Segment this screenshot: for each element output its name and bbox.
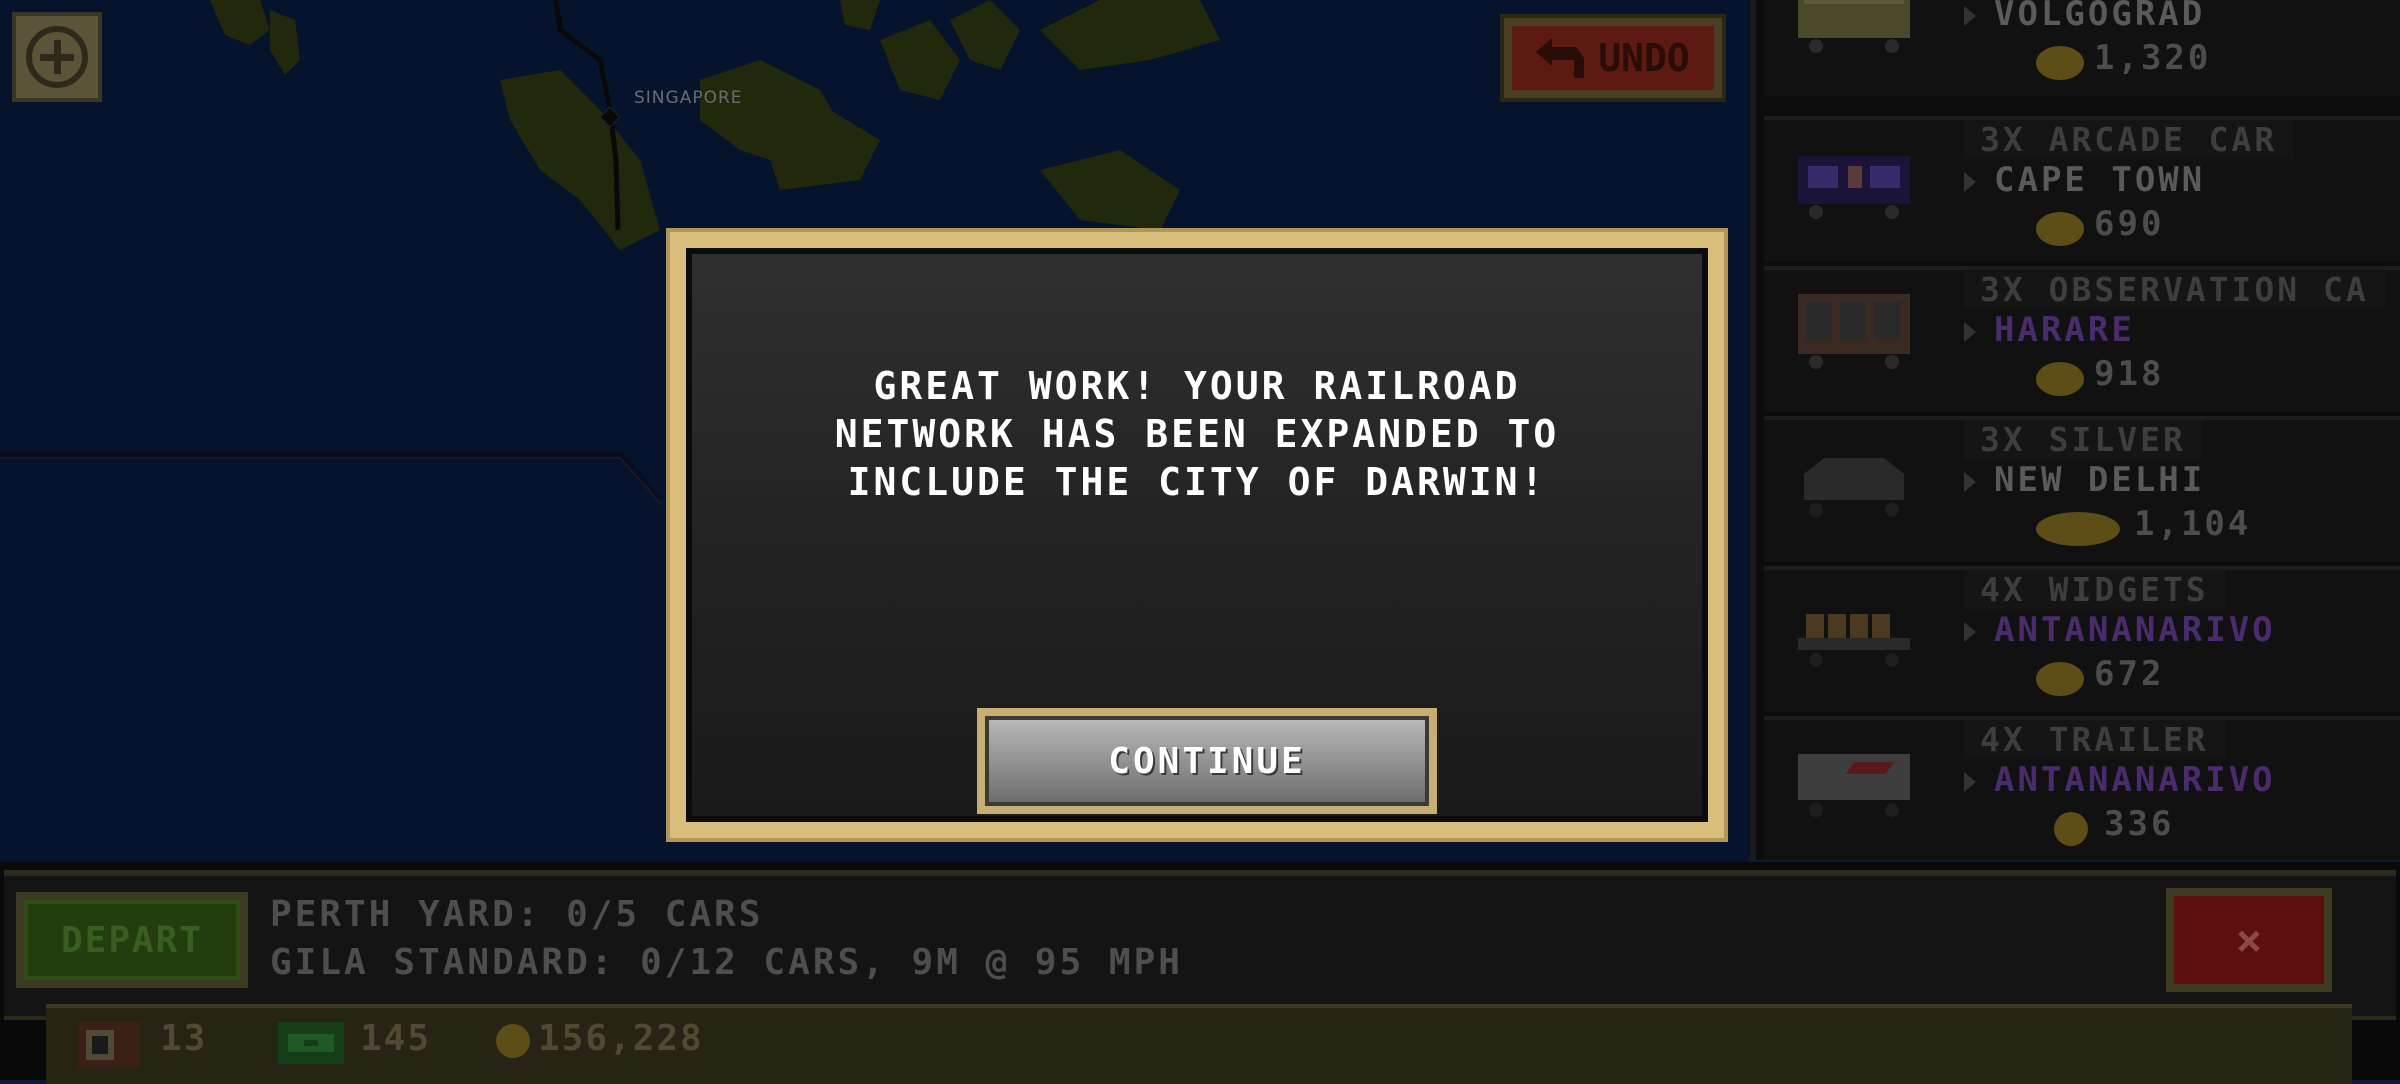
zoom-in-button[interactable]: [12, 12, 102, 102]
undo-label: UNDO: [1598, 36, 1690, 80]
cash-icon: [278, 1022, 344, 1064]
coin-icon: [2036, 46, 2084, 80]
cargo-title: 4X WIDGETS: [1964, 570, 2225, 609]
chevron-right-icon: [1964, 322, 1976, 342]
cargo-destination: ANTANANARIVO: [1994, 610, 2276, 650]
coin-icon: [2036, 362, 2084, 396]
chevron-right-icon: [1964, 772, 1976, 792]
train-info-text: GILA STANDARD: 0/12 CARS, 9M @ 95 MPH: [270, 942, 1183, 983]
close-icon: ×: [2174, 896, 2324, 984]
undo-arrow-icon: [1536, 38, 1585, 78]
cargo-price: 1,104: [2134, 504, 2252, 544]
chevron-right-icon: [1964, 172, 1976, 192]
continue-label: CONTINUE: [985, 716, 1429, 806]
cargo-list-panel[interactable]: VOLGOGRAD 1,320 3X ARCADE CAR CAPE TOWN …: [1750, 0, 2400, 860]
cargo-price: 690: [2094, 204, 2165, 244]
depart-button[interactable]: DEPART: [16, 892, 248, 988]
cargo-destination: HARARE: [1994, 310, 2135, 350]
close-button[interactable]: ×: [2166, 888, 2332, 992]
cargo-card[interactable]: 3X OBSERVATION CA HARARE 918: [1764, 266, 2400, 412]
train-info-bar: DEPART PERTH YARD: 0/5 CARS GILA STANDAR…: [0, 862, 2400, 1084]
cargo-title: 3X SILVER: [1964, 420, 2202, 459]
railcar-thumbnail: [1804, 458, 1904, 517]
yard-info-text: PERTH YARD: 0/5 CARS: [270, 894, 764, 935]
cargo-card[interactable]: 4X WIDGETS ANTANANARIVO 672: [1764, 566, 2400, 712]
cash-count: 145: [360, 1018, 432, 1059]
continue-button[interactable]: CONTINUE: [977, 708, 1437, 814]
network-expanded-dialog: GREAT WORK! YOUR RAILROAD NETWORK HAS BE…: [666, 228, 1728, 842]
dialog-message: GREAT WORK! YOUR RAILROAD NETWORK HAS BE…: [834, 364, 1560, 504]
chevron-right-icon: [1964, 6, 1976, 26]
cargo-price: 918: [2094, 354, 2165, 394]
cargo-title: 4X TRAILER: [1964, 720, 2225, 759]
stats-bar: 13 145 156,228: [46, 1004, 2352, 1084]
cargo-destination: VOLGOGRAD: [1994, 0, 2206, 34]
coin-icon: [2054, 812, 2088, 846]
cargo-destination: CAPE TOWN: [1994, 160, 2206, 200]
coin-icon: [2036, 662, 2084, 696]
coin-count: 156,228: [538, 1018, 704, 1059]
cargo-card[interactable]: 3X ARCADE CAR CAPE TOWN 690: [1764, 116, 2400, 262]
chevron-right-icon: [1964, 622, 1976, 642]
cargo-card[interactable]: 4X TRAILER ANTANANARIVO 336: [1764, 716, 2400, 860]
cargo-price: 1,320: [2094, 38, 2212, 78]
cargo-card[interactable]: 3X SILVER NEW DELHI 1,104: [1764, 416, 2400, 562]
depart-label: DEPART: [24, 900, 240, 980]
cargo-price: 672: [2094, 654, 2165, 694]
railcar-thumbnail: [1798, 156, 1910, 219]
zoom-in-icon: [26, 26, 88, 88]
railcar-count-icon: [78, 1022, 140, 1068]
cargo-title: 3X ARCADE CAR: [1964, 120, 2294, 159]
railcar-thumbnail: [1798, 0, 1910, 53]
chevron-right-icon: [1964, 472, 1976, 492]
coin-icon: [496, 1024, 530, 1058]
cargo-price: 336: [2104, 804, 2175, 844]
railcar-thumbnail: [1798, 294, 1910, 369]
cargo-destination: ANTANANARIVO: [1994, 760, 2276, 800]
cars-count: 13: [160, 1018, 208, 1059]
cargo-destination: NEW DELHI: [1994, 460, 2206, 500]
railcar-thumbnail: [1798, 754, 1910, 817]
cargo-card[interactable]: VOLGOGRAD 1,320: [1764, 0, 2400, 96]
dialog-body: GREAT WORK! YOUR RAILROAD NETWORK HAS BE…: [686, 248, 1708, 822]
coin-icon: [2036, 212, 2084, 246]
coin-icon: [2036, 512, 2120, 546]
railcar-thumbnail: [1798, 614, 1910, 667]
undo-button[interactable]: UNDO: [1500, 14, 1726, 102]
cargo-title: 3X OBSERVATION CA: [1964, 270, 2385, 309]
